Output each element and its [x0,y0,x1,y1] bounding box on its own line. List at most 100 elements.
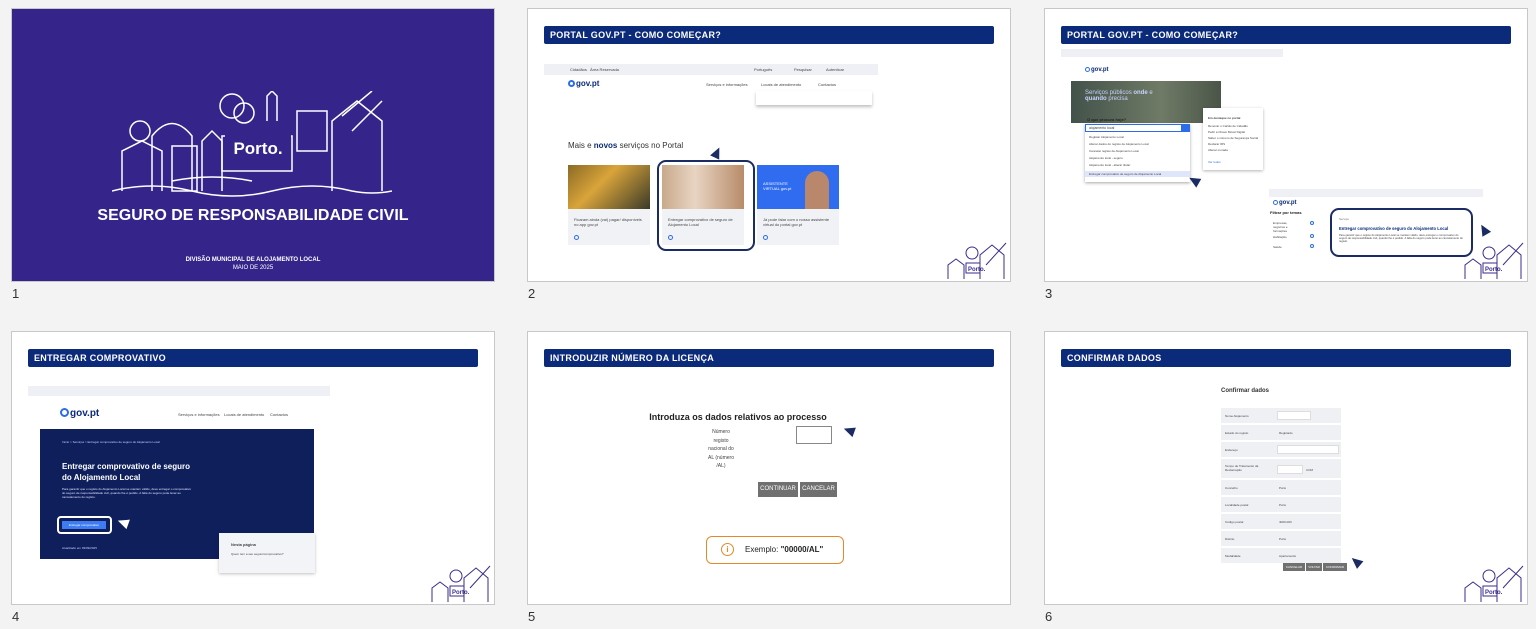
featured-panel: Em destaque no portal Renovar o Cartão d… [1203,108,1263,170]
section-title: Mais e novos serviços no Portal [568,141,684,150]
language-select[interactable]: Português [754,67,772,72]
featured-title: Em destaque no portal [1208,116,1241,120]
dropdown-panel [756,91,872,105]
slide-4-thumbnail[interactable]: ENTREGAR COMPROVATIVO gov.pt Serviços e … [11,331,495,605]
featured-item[interactable]: Declarar IRS [1208,142,1225,146]
breadcrumb[interactable]: Início > Serviços > Entregar comprovativ… [62,440,160,444]
promo-text: ASSISTENTE VIRTUAL gov.pt [763,181,792,191]
filter-item[interactable]: Habitação [1273,235,1287,239]
nav-locais[interactable]: Locais de atendimento [224,412,264,417]
corner-brand-text: Porto. [1485,267,1503,273]
highlight-frame[interactable]: Serviço Entregar comprovativo de seguro … [1330,208,1473,257]
suggestion-item[interactable]: Alojamento local - alterar titular [1089,163,1130,167]
govpt-logo-icon [1273,200,1278,205]
table-row: Concelho Porto [1221,480,1341,496]
service-card-3[interactable]: ASSISTENTE VIRTUAL gov.pt Já pode falar … [757,165,839,245]
back-button[interactable]: VOLTAR [1306,563,1322,571]
slide-1-thumbnail[interactable]: Porto. SEGURO DE RESPONSABILIDADE CIVIL … [11,8,495,282]
suggestion-item[interactable]: Registar Alojamento Local [1089,135,1124,139]
slide-header: PORTAL GOV.PT - COMO COMEÇAR? [1061,26,1511,44]
license-number-input[interactable] [796,426,832,444]
search-link[interactable]: Pesquisar [794,67,812,72]
filter-circle-icon [1310,221,1314,225]
license-field-label: Número registo nacional do AL (número /A… [708,429,734,469]
nav-locais[interactable]: Locais de atendimento [761,82,801,87]
slide-number: 2 [528,286,536,301]
govpt-logo[interactable]: gov.pt [568,79,599,88]
login-link[interactable]: Autenticar [826,67,844,72]
table-row: Nome Alojamento [1221,408,1341,424]
name-input[interactable] [1277,411,1311,420]
slide-title: SEGURO DE RESPONSABILIDADE CIVIL [97,207,409,224]
filter-title: Filtrar por temas [1270,210,1302,215]
corner-brand-text: Porto. [968,267,986,273]
porto-corner-logo: Porto. [947,242,1007,279]
confirm-button[interactable]: CONFIRMAR [1323,563,1347,571]
confirm-table: Nome Alojamento Estado do registo Regista… [1221,408,1345,564]
corner-brand-text: Porto. [452,590,470,596]
nav-contactos[interactable]: Contactos [818,82,836,87]
featured-item[interactable]: Renovar o Cartão de Cidadão [1208,124,1248,128]
slide-5-thumbnail[interactable]: INTRODUZIR NÚMERO DA LICENÇA Introduza o… [527,331,1011,605]
porto-corner-logo: Porto. [1464,242,1524,279]
address-input[interactable] [1277,445,1339,454]
division-name: DIVISÃO MUNICIPAL DE ALOJAMENTO LOCAL [185,257,321,263]
filter-circle-icon [1310,244,1314,248]
featured-item[interactable]: Pedir a Chave Móvel Digital [1208,130,1245,134]
result-title[interactable]: Entregar comprovativo de seguro do Aloja… [1339,226,1448,231]
corner-brand-text: Porto. [1485,590,1503,596]
card-image: ASSISTENTE VIRTUAL gov.pt [757,165,839,209]
featured-more-link[interactable]: Ver todos [1208,160,1221,164]
panel-link[interactable]: Quem tem a seu seguro/comprovativo? [231,552,284,556]
filter-item[interactable]: Empresas, negócios e formações [1273,221,1297,233]
portal-topbar [1061,49,1283,57]
filter-item[interactable]: Saúde [1273,245,1282,249]
porto-brand: Porto. [225,134,291,164]
slide-header: ENTREGAR COMPROVATIVO [28,349,478,367]
portal-topbar [28,386,330,396]
govpt-logo[interactable]: gov.pt [60,408,99,419]
suggestion-item[interactable]: Alojamento local - seguro [1089,156,1123,160]
panel-title: Nesta página [231,542,256,547]
continue-button[interactable]: CONTINUAR [758,482,798,497]
slide-3-thumbnail[interactable]: PORTAL GOV.PT - COMO COMEÇAR? gov.pt Ser… [1044,8,1528,282]
table-row: Localidade postal Porto [1221,497,1341,513]
featured-item[interactable]: Alterar morada [1208,148,1228,152]
slide-6-thumbnail[interactable]: CONFIRMAR DADOS Confirmar dados Nome Alo… [1044,331,1528,605]
suggestion-item[interactable]: Cancelar registo de Alojamento Local [1089,149,1139,153]
cancel-button[interactable]: CANCELAR [1283,563,1305,571]
slide-header: CONFIRMAR DADOS [1061,349,1511,367]
slide-number: 5 [528,609,536,624]
suggestion-item[interactable]: Alterar dados do registo de Alojamento L… [1089,142,1149,146]
govpt-logo[interactable]: gov.pt [1085,67,1109,73]
card-text: Ficaram ainda (vai) pagar/ disponíveis n… [574,217,642,227]
govpt-logo-icon [60,408,69,417]
suggestion-item-highlighted[interactable]: Entregar comprovativo de seguro de Aloja… [1085,171,1190,177]
table-row: Endereço [1221,442,1341,458]
pointer-arrow-icon [842,423,856,438]
search-input[interactable]: alojamento local [1085,124,1190,132]
tab-cidadaos[interactable]: Cidadãos [570,67,587,72]
filter-circle-icon [1310,234,1314,238]
slide-number: 6 [1045,609,1053,624]
time-input[interactable] [1277,465,1303,474]
service-card-1[interactable]: Ficaram ainda (vai) pagar/ disponíveis n… [568,165,650,245]
hero-text: Serviços públicos onde e quando precisa [1085,90,1153,102]
slide-number: 1 [12,286,20,301]
tab-area-reservada[interactable]: Área Reservada [590,67,619,72]
nav-contactos[interactable]: Contactos [270,412,288,417]
search-button[interactable] [1181,125,1189,131]
slide-number: 3 [1045,286,1053,301]
slide-header: INTRODUZIR NÚMERO DA LICENÇA [544,349,994,367]
service-description: Para garantir que o registo do Alojament… [62,487,192,499]
search-label: O que procura hoje? [1087,117,1127,122]
updated-date: Atualizado em 03/09/2025 [62,546,97,550]
info-icon: i [721,543,734,556]
featured-item[interactable]: Saber o número de Segurança Social [1208,136,1258,140]
nav-servicos[interactable]: Serviços e informações [178,412,220,417]
govpt-logo[interactable]: gov.pt [1273,200,1297,206]
slide-number: 4 [12,609,20,624]
slide-2-thumbnail[interactable]: PORTAL GOV.PT - COMO COMEÇAR? Cidadãos Á… [527,8,1011,282]
nav-servicos[interactable]: Serviços e informações [706,82,748,87]
cancel-button[interactable]: CANCELAR [800,482,837,497]
